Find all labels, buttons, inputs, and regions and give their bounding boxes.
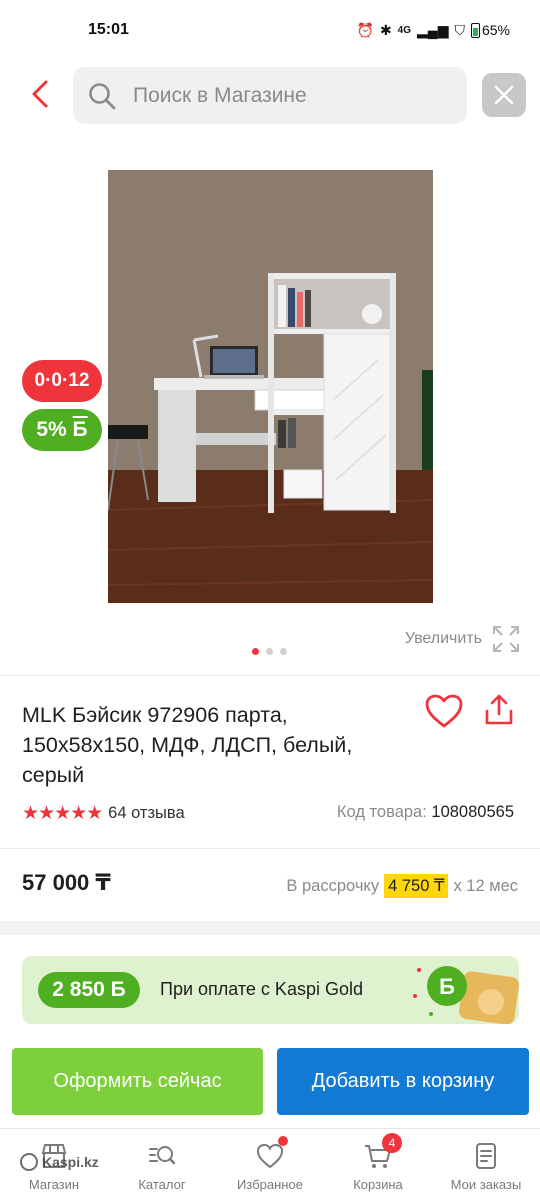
product-title: MLK Бэйсик 972906 парта, 150х58х150, МДФ… <box>22 703 353 787</box>
status-time: 15:01 <box>88 21 129 38</box>
zoom-button[interactable]: Увеличить <box>405 625 520 653</box>
pager-dot[interactable] <box>266 648 273 655</box>
star-rating-icon: ★★★★★ <box>22 803 103 824</box>
installment-term: х 12 мес <box>453 876 518 895</box>
bonus-badge-percent: 5% <box>36 418 67 441</box>
desk-illustration <box>108 170 433 603</box>
svg-text:Б: Б <box>439 974 455 999</box>
status-icons: ⏰ ✱ 4G ▂▄▆ ⛉ 65% <box>357 22 511 39</box>
nav-item-cart[interactable]: 4 Корзина <box>324 1129 432 1200</box>
checkout-button[interactable]: Оформить сейчас <box>12 1048 263 1115</box>
search-placeholder: Поиск в Магазине <box>133 83 307 107</box>
alarm-icon: ⏰ <box>356 21 374 38</box>
close-icon <box>494 85 514 105</box>
pager-dot-active[interactable] <box>252 648 259 655</box>
watermark-text: Kaspi.kz <box>42 1154 99 1170</box>
nav-item-catalog[interactable]: Каталог <box>108 1129 216 1200</box>
gold-bonus-pill: 2 850 Б <box>38 972 140 1008</box>
nav-label-catalog: Каталог <box>138 1177 186 1192</box>
price: 57 000 ₸ <box>22 870 111 895</box>
close-button[interactable] <box>482 73 526 117</box>
chevron-left-icon <box>32 80 48 108</box>
share-icon <box>485 694 513 725</box>
gallery-pager <box>252 648 287 655</box>
nav-label-favorites: Избранное <box>237 1177 303 1192</box>
network-label: 4G <box>397 24 412 36</box>
pager-dot[interactable] <box>280 648 287 655</box>
nav-label-cart: Корзина <box>353 1177 403 1192</box>
add-to-cart-button[interactable]: Добавить в корзину <box>277 1048 529 1115</box>
favorites-dot-badge <box>278 1136 288 1146</box>
signal-icon: ▂▄▆ <box>417 21 449 38</box>
bluetooth-icon: ✱ <box>379 21 392 38</box>
share-button[interactable] <box>483 693 519 733</box>
kaspi-gold-card-icon: Б <box>413 966 519 1024</box>
nav-label-store: Магазин <box>28 1177 80 1192</box>
bonus-badge-currency: Б <box>72 418 88 441</box>
search-input[interactable]: Поиск в Магазине <box>73 67 467 124</box>
search-icon <box>89 82 116 109</box>
back-button[interactable] <box>22 76 58 112</box>
orders-icon <box>476 1143 496 1169</box>
installment-badge: 0·0·12 <box>22 360 102 402</box>
heart-icon <box>425 694 463 728</box>
divider <box>0 848 540 849</box>
nav-item-favorites[interactable]: Избранное <box>216 1129 324 1200</box>
expand-icon <box>493 626 519 652</box>
installment-monthly: 4 750 ₸ <box>384 874 449 898</box>
nav-item-orders[interactable]: Мои заказы <box>432 1129 540 1200</box>
battery-icon <box>470 22 480 38</box>
installment-info: В рассрочку 4 750 ₸ х 12 мес <box>286 874 518 898</box>
battery-indicator: 65% <box>470 22 510 38</box>
bonus-badge: 5% Б <box>22 409 102 451</box>
product-code-label: Код товара: <box>336 803 427 821</box>
gold-text: При оплате с Kaspi Gold <box>160 979 363 999</box>
catalog-icon <box>149 1146 176 1165</box>
reviews-link[interactable]: 64 отзыва <box>108 804 185 823</box>
kaspi-gold-banner[interactable]: 2 850 Б При оплате с Kaspi Gold Б <box>22 956 519 1024</box>
rating-row[interactable]: ★★★★★ 64 отзыва <box>22 802 185 825</box>
product-image[interactable] <box>108 170 433 603</box>
zoom-label: Увеличить <box>404 630 482 647</box>
product-code: Код товара: 108080565 <box>337 803 514 822</box>
status-bar: 15:01 ⏰ ✱ 4G ▂▄▆ ⛉ 65% <box>0 0 540 60</box>
battery-percent: 65% <box>481 22 510 38</box>
search-header: Поиск в Магазине <box>0 66 540 124</box>
cart-count-badge: 4 <box>382 1133 402 1153</box>
favorite-button[interactable] <box>424 693 468 733</box>
installment-label: В рассрочку <box>286 876 380 895</box>
product-code-value: 108080565 <box>431 803 514 821</box>
kaspi-logo-icon <box>20 1153 38 1171</box>
divider <box>0 675 540 676</box>
section-separator <box>0 921 540 935</box>
watermark: Kaspi.kz <box>20 1153 99 1171</box>
vpn-icon: ⛉ <box>454 21 465 38</box>
nav-label-orders: Мои заказы <box>450 1177 522 1192</box>
